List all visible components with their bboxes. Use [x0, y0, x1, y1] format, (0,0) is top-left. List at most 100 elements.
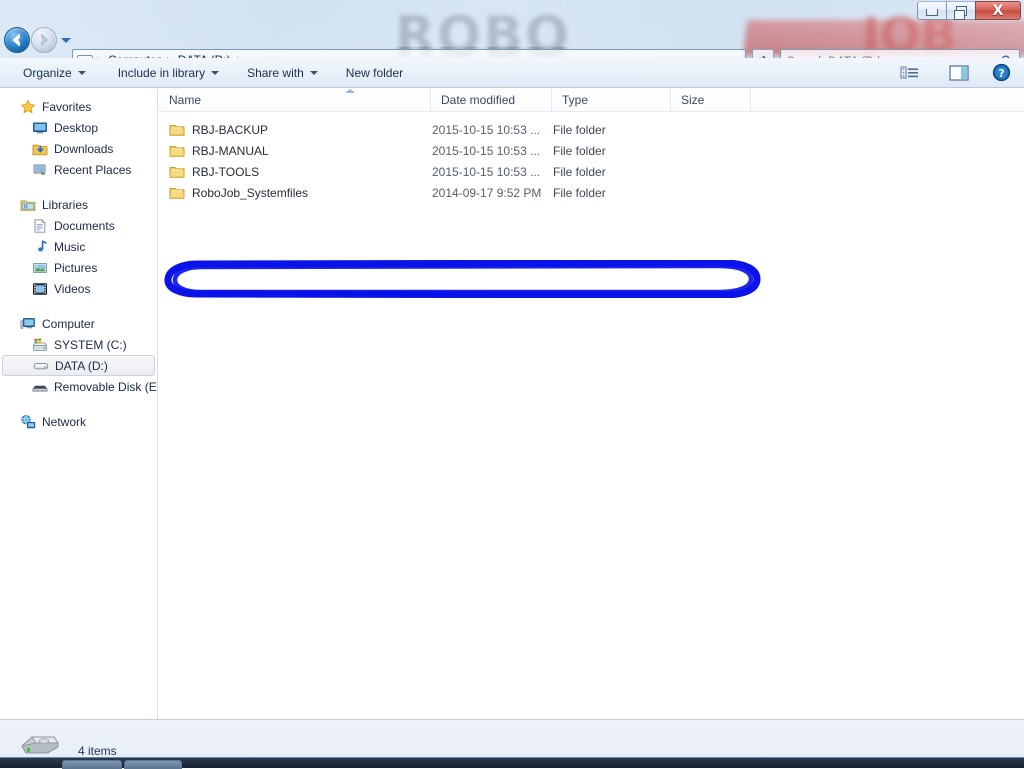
cell-type: File folder	[553, 123, 672, 137]
command-bar: Organize Include in library Share with N…	[0, 58, 1024, 88]
column-header-size[interactable]: Size	[671, 88, 751, 112]
preview-pane-button[interactable]	[945, 61, 973, 85]
table-row[interactable]: RoboJob_Systemfiles2014-09-17 9:52 PMFil…	[159, 182, 1024, 203]
close-button[interactable]: X	[975, 1, 1021, 20]
file-rows: RBJ-BACKUP2015-10-15 10:53 ...File folde…	[159, 112, 1024, 203]
command-bar-right-group: ?	[897, 61, 1024, 85]
column-header-row: Name Date modified Type Size	[159, 88, 1024, 112]
chevron-down-icon	[310, 71, 318, 75]
sidebar-label: Music	[54, 240, 85, 254]
forward-button[interactable]	[31, 27, 57, 53]
cell-date-modified: 2015-10-15 10:53 ...	[432, 165, 553, 179]
cell-name-label: RBJ-MANUAL	[192, 144, 269, 158]
music-icon	[32, 239, 48, 255]
nav-group-favorites: Favorites Desktop Downloads	[0, 96, 157, 180]
libraries-icon	[20, 197, 36, 213]
forward-arrow-icon	[36, 32, 52, 48]
sidebar-item-pictures[interactable]: Pictures	[0, 257, 157, 278]
explorer-window: X Computer DATA (D:)	[0, 0, 1024, 757]
downloads-icon	[32, 141, 48, 157]
column-header-type[interactable]: Type	[552, 88, 671, 112]
navigation-pane[interactable]: Favorites Desktop Downloads	[0, 88, 158, 719]
sidebar-label: DATA (D:)	[55, 359, 108, 373]
videos-icon	[32, 281, 48, 297]
sidebar-label: Network	[42, 415, 86, 429]
close-icon: X	[993, 4, 1004, 18]
organize-button[interactable]: Organize	[14, 61, 95, 85]
sidebar-label: Removable Disk (E:)	[54, 380, 158, 394]
sidebar-label: Documents	[54, 219, 115, 233]
sidebar-item-libraries[interactable]: Libraries	[0, 194, 157, 215]
status-item-count: 4 items	[78, 744, 117, 758]
sidebar-label: Downloads	[54, 142, 113, 156]
explorer-body: Favorites Desktop Downloads	[0, 88, 1024, 719]
sidebar-item-network[interactable]: Network	[0, 411, 157, 432]
change-view-button[interactable]	[897, 61, 929, 85]
sidebar-label: Pictures	[54, 261, 97, 275]
table-row[interactable]: RBJ-MANUAL2015-10-15 10:53 ...File folde…	[159, 140, 1024, 161]
folder-icon	[169, 122, 185, 138]
sidebar-item-computer[interactable]: Computer	[0, 313, 157, 334]
sidebar-item-desktop[interactable]: Desktop	[0, 117, 157, 138]
column-header-date-modified-label: Date modified	[441, 93, 515, 107]
column-header-type-label: Type	[562, 93, 588, 107]
new-folder-label: New folder	[346, 66, 403, 80]
preview-pane-icon	[948, 64, 970, 82]
table-row[interactable]: RBJ-BACKUP2015-10-15 10:53 ...File folde…	[159, 119, 1024, 140]
cell-date-modified: 2014-09-17 9:52 PM	[432, 186, 553, 200]
nav-group-computer: Computer SYSTEM (C:)	[0, 313, 157, 397]
drive-icon	[33, 358, 49, 374]
sidebar-item-videos[interactable]: Videos	[0, 278, 157, 299]
sidebar-label: Recent Places	[54, 163, 131, 177]
include-in-library-button[interactable]: Include in library	[109, 61, 228, 85]
sidebar-item-data-d[interactable]: DATA (D:)	[2, 355, 155, 376]
cell-name: RBJ-TOOLS	[169, 164, 432, 180]
help-button[interactable]: ?	[989, 61, 1014, 85]
file-list-pane[interactable]: Name Date modified Type Size RBJ-BACKUP2…	[159, 88, 1024, 719]
cell-name: RoboJob_Systemfiles	[169, 185, 432, 201]
sidebar-item-recent-places[interactable]: Recent Places	[0, 159, 157, 180]
window-controls: X	[917, 1, 1021, 21]
share-with-button[interactable]: Share with	[238, 61, 327, 85]
folder-icon	[169, 164, 185, 180]
column-header-name[interactable]: Name	[159, 88, 431, 112]
minimize-button[interactable]	[917, 1, 946, 20]
title-bar[interactable]: X	[0, 0, 1024, 22]
computer-icon	[20, 316, 36, 332]
status-bar: 4 items	[0, 719, 1024, 757]
taskbar[interactable]	[0, 757, 1024, 768]
back-button[interactable]	[4, 27, 30, 53]
cell-date-modified: 2015-10-15 10:53 ...	[432, 144, 553, 158]
cell-name-label: RoboJob_Systemfiles	[192, 186, 308, 200]
cell-type: File folder	[553, 165, 672, 179]
nav-group-network: Network	[0, 411, 157, 432]
svg-text:?: ?	[998, 68, 1004, 80]
hard-drive-icon	[18, 730, 62, 760]
column-header-size-label: Size	[681, 93, 704, 107]
folder-icon	[169, 185, 185, 201]
organize-label: Organize	[23, 66, 72, 80]
back-arrow-icon	[9, 32, 25, 48]
windows-drive-icon	[32, 337, 48, 353]
recent-pages-button[interactable]	[61, 38, 71, 43]
documents-icon	[32, 218, 48, 234]
new-folder-button[interactable]: New folder	[337, 61, 412, 85]
sidebar-label: Desktop	[54, 121, 98, 135]
column-header-name-label: Name	[169, 93, 201, 107]
sidebar-item-music[interactable]: Music	[0, 236, 157, 257]
sidebar-item-documents[interactable]: Documents	[0, 215, 157, 236]
address-bar-row: Computer DATA (D:)	[0, 22, 1024, 58]
folder-icon	[169, 143, 185, 159]
sidebar-item-system-c[interactable]: SYSTEM (C:)	[0, 334, 157, 355]
column-header-date-modified[interactable]: Date modified	[431, 88, 552, 112]
chevron-down-icon	[78, 71, 86, 75]
help-icon: ?	[992, 63, 1011, 82]
sidebar-item-downloads[interactable]: Downloads	[0, 138, 157, 159]
sidebar-label: Videos	[54, 282, 90, 296]
network-icon	[20, 414, 36, 430]
sidebar-item-favorites[interactable]: Favorites	[0, 96, 157, 117]
maximize-button[interactable]	[946, 1, 975, 20]
sidebar-item-removable-e[interactable]: Removable Disk (E:)	[0, 376, 157, 397]
pictures-icon	[32, 260, 48, 276]
table-row[interactable]: RBJ-TOOLS2015-10-15 10:53 ...File folder	[159, 161, 1024, 182]
